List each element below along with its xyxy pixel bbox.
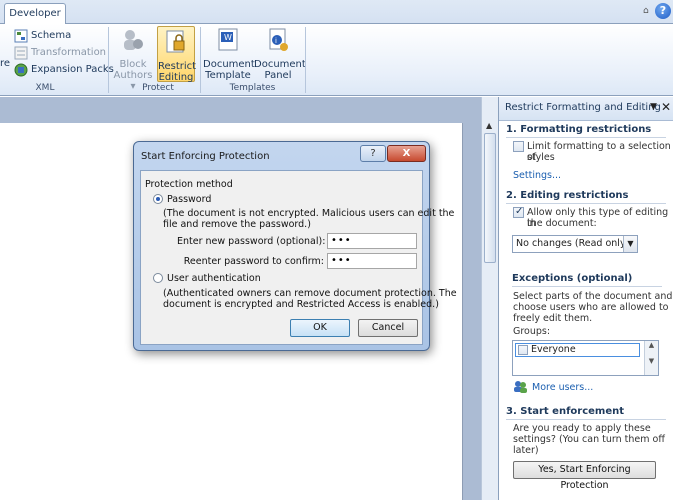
limit-formatting-checkbox[interactable] xyxy=(513,141,524,152)
ribbon: re Schema Transformation Expansion Packs… xyxy=(0,24,673,96)
groups-list[interactable]: Everyone ▲ ▼ xyxy=(512,340,659,376)
new-password-input[interactable]: ••• xyxy=(327,233,417,249)
editing-type-select[interactable]: No changes (Read only) ▼ xyxy=(512,235,638,253)
svg-text:i: i xyxy=(275,37,277,45)
vertical-scrollbar[interactable]: ▲ xyxy=(481,97,498,500)
editing-restrictions-heading: 2. Editing restrictions xyxy=(506,190,666,204)
document-panel-button[interactable]: i Document Panel xyxy=(254,27,306,82)
user-authentication-radio[interactable] xyxy=(153,273,163,283)
everyone-checkbox[interactable] xyxy=(518,345,528,355)
scroll-up-icon[interactable]: ▲ xyxy=(486,121,492,130)
minimize-ribbon-icon[interactable]: ⌂ xyxy=(643,6,649,16)
protection-method-label: Protection method xyxy=(145,179,233,190)
transformation-icon xyxy=(14,46,28,60)
document-panel-label-1: Document xyxy=(254,59,306,70)
schema-icon xyxy=(14,29,28,43)
pane-close-icon[interactable]: ✕ xyxy=(661,100,671,114)
group-separator xyxy=(200,27,201,93)
restrict-editing-pane: Restrict Formatting and Editing ▼ ✕ 1. F… xyxy=(498,97,673,500)
document-template-label-2: Template xyxy=(205,70,251,81)
transformation-button[interactable]: Transformation xyxy=(31,47,106,58)
limit-formatting-label-2: styles xyxy=(527,152,555,163)
enforcement-desc-1: Are you ready to apply these xyxy=(513,423,651,434)
dialog-help-button[interactable]: ? xyxy=(360,145,386,162)
enforcement-desc-2: settings? (You can turn them off xyxy=(513,434,665,445)
dialog-close-button[interactable]: X xyxy=(387,145,426,162)
scroll-thumb[interactable] xyxy=(484,133,496,263)
start-enforcement-heading: 3. Start enforcement xyxy=(506,406,666,420)
truncated-button-label[interactable]: re xyxy=(0,58,10,69)
exceptions-desc-2: choose users who are allowed to xyxy=(513,302,669,313)
groups-label: Groups: xyxy=(513,326,551,337)
ok-button[interactable]: OK xyxy=(290,319,350,337)
user-auth-note-2: document is encrypted and Restricted Acc… xyxy=(163,299,439,310)
groups-scrollbar[interactable]: ▲ ▼ xyxy=(644,341,658,375)
help-icon[interactable]: ? xyxy=(655,3,671,19)
user-authentication-label[interactable]: User authentication xyxy=(167,273,261,284)
ribbon-tab-bar: Developer ⌂ ? xyxy=(0,0,673,25)
svg-text:W: W xyxy=(224,33,232,42)
dropdown-arrow-icon[interactable]: ▼ xyxy=(623,236,637,252)
confirm-password-input[interactable]: ••• xyxy=(327,253,417,269)
block-authors-label-1: Block xyxy=(119,59,147,70)
expansion-packs-icon xyxy=(14,63,28,77)
enforcement-desc-3: later) xyxy=(513,445,539,456)
password-note-2: file and remove the password.) xyxy=(163,219,311,230)
formatting-restrictions-heading: 1. Formatting restrictions xyxy=(506,124,666,138)
restrict-editing-label-2: Editing xyxy=(158,72,194,83)
expansion-packs-button[interactable]: Expansion Packs xyxy=(31,64,114,75)
document-panel-label-2: Panel xyxy=(264,70,292,81)
user-auth-note-1: (Authenticated owners can remove documen… xyxy=(163,288,457,299)
restrict-editing-label-1: Restrict xyxy=(158,61,197,72)
block-authors-button[interactable]: Block Authors ▾ xyxy=(111,27,155,92)
protect-group-label: Protect xyxy=(142,83,174,93)
password-radio[interactable] xyxy=(153,194,163,204)
document-template-icon: W xyxy=(218,28,238,51)
pane-title: Restrict Formatting and Editing xyxy=(505,102,661,113)
group-item-label: Everyone xyxy=(531,344,576,355)
confirm-password-label: Reenter password to confirm: xyxy=(183,256,324,267)
tab-developer[interactable]: Developer xyxy=(4,3,66,25)
start-enforcing-dialog: Start Enforcing Protection ? X Protectio… xyxy=(133,141,457,351)
exceptions-desc-3: freely edit them. xyxy=(513,313,593,324)
editing-type-value: No changes (Read only) xyxy=(516,238,630,249)
password-note-1: (The document is not encrypted. Maliciou… xyxy=(163,208,455,219)
group-item-everyone[interactable]: Everyone xyxy=(515,343,640,357)
allow-editing-label-2: the document: xyxy=(527,218,597,229)
document-template-button[interactable]: W Document Template xyxy=(203,27,255,82)
users-icon xyxy=(514,381,527,393)
templates-group-label: Templates xyxy=(229,83,276,93)
allow-editing-checkbox[interactable] xyxy=(513,206,524,218)
group-separator xyxy=(108,27,109,93)
pane-options-icon[interactable]: ▼ xyxy=(650,102,657,112)
settings-link[interactable]: Settings... xyxy=(513,170,561,181)
group-separator xyxy=(305,27,306,93)
block-authors-icon xyxy=(124,30,143,50)
document-template-label-1: Document xyxy=(203,59,255,70)
pane-header: Restrict Formatting and Editing ▼ ✕ xyxy=(499,97,673,121)
cancel-button[interactable]: Cancel xyxy=(358,319,418,337)
more-users-link[interactable]: More users... xyxy=(532,382,593,393)
schema-button[interactable]: Schema xyxy=(31,30,71,41)
restrict-editing-button[interactable]: Restrict Editing xyxy=(157,26,197,83)
exceptions-heading: Exceptions (optional) xyxy=(512,273,662,287)
restrict-editing-icon xyxy=(166,30,185,53)
start-enforcing-button[interactable]: Yes, Start Enforcing Protection xyxy=(513,461,656,491)
dialog-body: Protection method Password (The document… xyxy=(140,170,457,345)
dialog-title: Start Enforcing Protection xyxy=(141,151,270,162)
xml-group-label: XML xyxy=(35,83,55,93)
exceptions-desc-1: Select parts of the document and xyxy=(513,291,673,302)
new-password-label: Enter new password (optional): xyxy=(177,236,326,247)
password-option-label[interactable]: Password xyxy=(167,194,211,205)
document-panel-icon: i xyxy=(269,28,288,51)
